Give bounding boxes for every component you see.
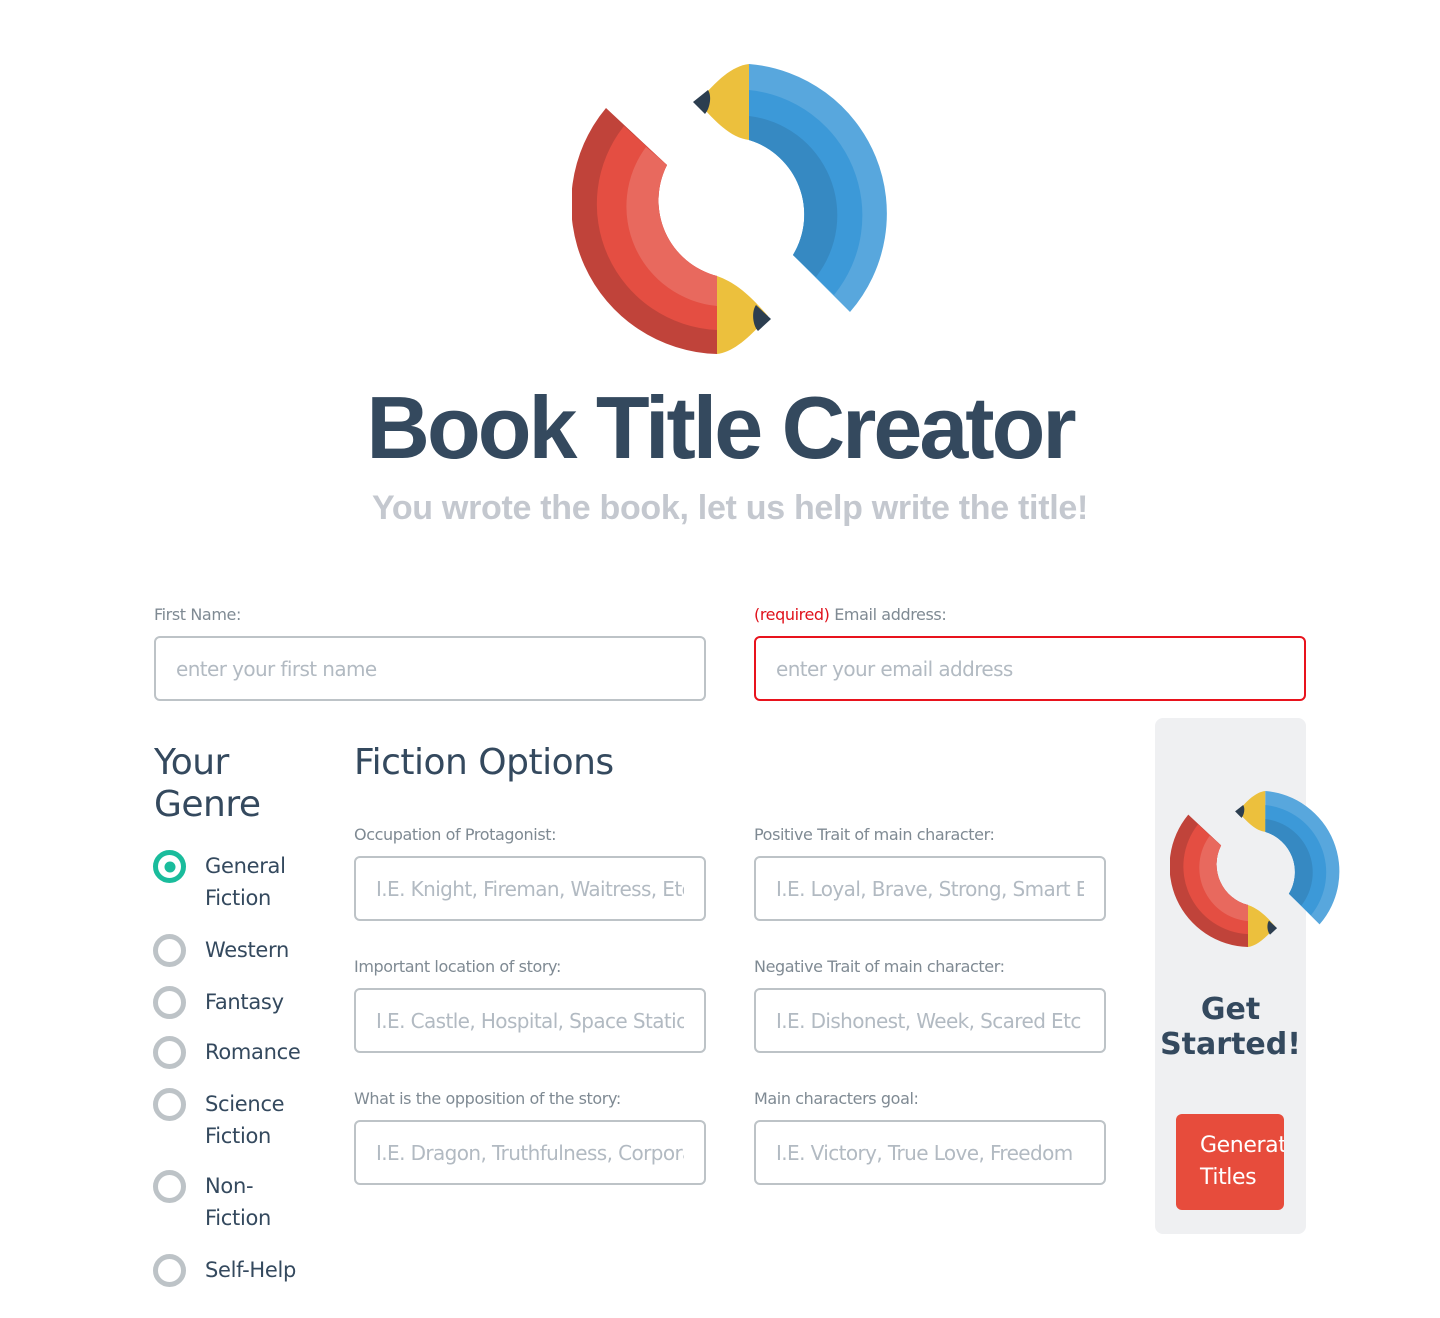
occupation-input[interactable]: [354, 856, 706, 921]
genre-heading: Your Genre: [154, 742, 261, 825]
first-name-input[interactable]: [154, 636, 706, 701]
genre-option-non-fiction[interactable]: Non-Fiction: [153, 1170, 275, 1234]
radio-unchecked-icon[interactable]: [153, 934, 186, 967]
negative-trait-input[interactable]: [754, 988, 1106, 1053]
radio-checked-icon[interactable]: [153, 850, 186, 883]
get-started-heading: Get Started!: [1160, 992, 1301, 1062]
location-input[interactable]: [354, 988, 706, 1053]
required-tag: (required): [754, 605, 830, 624]
page-subtitle: You wrote the book, let us help write th…: [371, 489, 1089, 527]
location-label: Important location of story:: [354, 957, 561, 976]
genre-option-label: General Fiction: [205, 854, 286, 910]
email-input[interactable]: [754, 636, 1306, 701]
email-label: (required) Email address:: [754, 604, 947, 626]
pencils-circle-logo-icon: [572, 58, 888, 360]
radio-unchecked-icon[interactable]: [153, 1170, 186, 1203]
genre-option-self-help[interactable]: Self-Help: [153, 1254, 325, 1287]
genre-option-western[interactable]: Western: [153, 934, 305, 967]
genre-option-label: Fantasy: [205, 990, 284, 1014]
page-title: Book Title Creator: [366, 378, 1076, 477]
genre-option-general-fiction[interactable]: General Fiction: [153, 850, 305, 914]
genre-option-label: Self-Help: [205, 1258, 297, 1282]
radio-unchecked-icon[interactable]: [153, 986, 186, 1019]
genre-option-science-fiction[interactable]: Science Fiction: [153, 1088, 305, 1152]
occupation-label: Occupation of Protagonist:: [354, 825, 557, 844]
genre-option-romance[interactable]: Romance: [153, 1036, 305, 1069]
positive-trait-label: Positive Trait of main character:: [754, 825, 995, 844]
radio-unchecked-icon[interactable]: [153, 1036, 186, 1069]
genre-option-label: Romance: [205, 1040, 301, 1064]
radio-unchecked-icon[interactable]: [153, 1088, 186, 1121]
goal-label: Main characters goal:: [754, 1089, 919, 1108]
negative-trait-label: Negative Trait of main character:: [754, 957, 1005, 976]
radio-unchecked-icon[interactable]: [153, 1254, 186, 1287]
genre-option-label: Science Fiction: [205, 1092, 285, 1148]
genre-option-fantasy[interactable]: Fantasy: [153, 986, 305, 1019]
fiction-options-heading: Fiction Options: [354, 742, 614, 783]
opposition-input[interactable]: [354, 1120, 706, 1185]
generate-titles-button[interactable]: Generate Titles: [1176, 1114, 1284, 1210]
opposition-label: What is the opposition of the story:: [354, 1089, 621, 1108]
positive-trait-input[interactable]: [754, 856, 1106, 921]
genre-option-label: Western: [205, 938, 290, 962]
first-name-label: First Name:: [154, 605, 241, 624]
goal-input[interactable]: [754, 1120, 1106, 1185]
pencils-circle-logo-icon: [1170, 786, 1340, 952]
genre-option-label: Non-Fiction: [205, 1174, 272, 1230]
email-label-text: Email address:: [829, 605, 947, 624]
generate-titles-label: Generate Titles: [1200, 1133, 1284, 1190]
